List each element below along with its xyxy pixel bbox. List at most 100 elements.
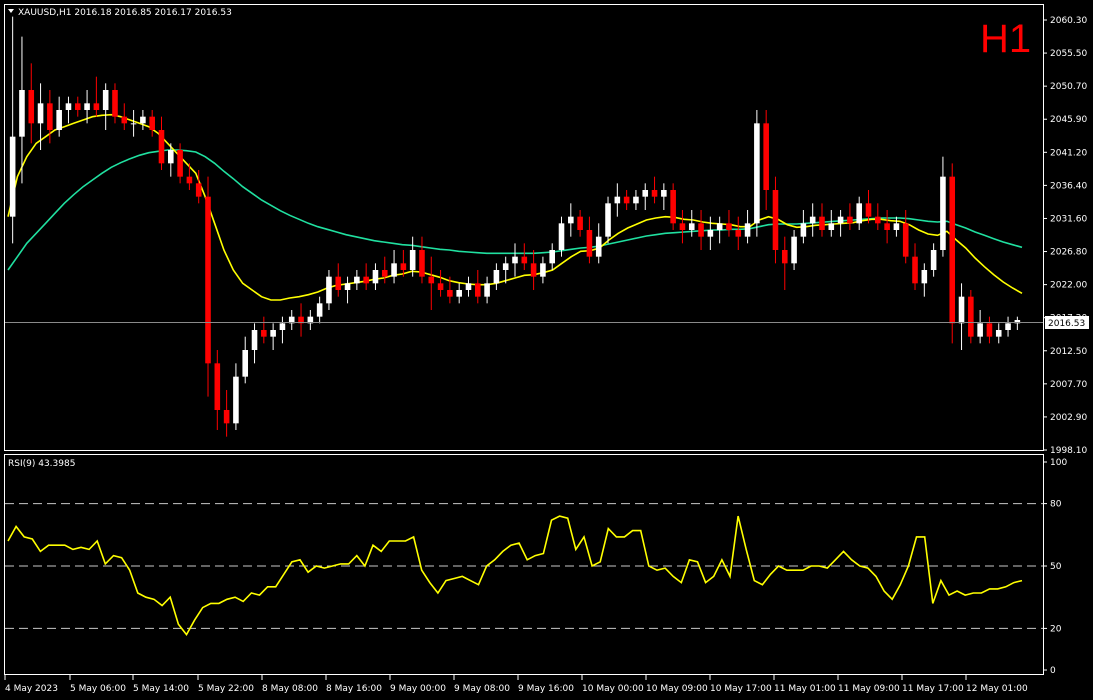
candle-body (642, 190, 649, 197)
candle-body (474, 283, 481, 297)
candle-body (37, 103, 44, 124)
candle-body (74, 103, 81, 110)
candle-body (168, 150, 174, 164)
candle-body (586, 230, 593, 257)
time-tick-label: 8 May 16:00 (326, 684, 382, 694)
time-tick-label: 11 May 09:00 (838, 684, 900, 694)
candle-body (772, 190, 779, 250)
current-price-label: 2016.53 (1048, 319, 1085, 329)
rsi-line-layer (7, 515, 1023, 637)
rsi-title: RSI(9) 43.3985 (8, 459, 75, 469)
candle-body (93, 103, 100, 110)
time-tick-label: 10 May 17:00 (710, 684, 772, 694)
candle-body (856, 203, 862, 224)
candle-body (595, 236, 602, 257)
candle-body (763, 123, 769, 190)
candle-body (800, 223, 807, 237)
candle-body (977, 323, 983, 337)
time-tick-label: 12 May 01:00 (966, 684, 1028, 694)
price-axis: 2060.30 2055.50 2050.70 2045.90 2041.20 2036.… (1043, 16, 1087, 456)
candle-body (326, 276, 332, 304)
candle-body (186, 176, 193, 184)
candle-body (456, 290, 462, 297)
candle-body (372, 270, 379, 284)
candle-body (9, 136, 16, 217)
candle-body (447, 290, 453, 297)
candle-body (614, 196, 621, 204)
rsi-tick-label: 0 (1050, 666, 1056, 676)
candle-body (995, 330, 1002, 337)
candle-body (530, 263, 537, 277)
candle-body (112, 90, 118, 117)
candle-body (261, 330, 267, 337)
candle-body (837, 216, 844, 224)
price-tick-label: 2036.40 (1050, 181, 1087, 191)
rsi-line (7, 515, 1023, 637)
rsi-tick-label: 20 (1050, 624, 1062, 634)
candle-body (28, 90, 35, 124)
candle-body (233, 376, 239, 424)
price-tick-label: 2041.20 (1050, 148, 1087, 158)
candle-body (549, 250, 556, 264)
time-tick-label: 11 May 17:00 (902, 684, 964, 694)
candle-body (651, 190, 658, 197)
symbol-header: XAUUSD,H1 2016.18 2016.85 2016.17 2016.5… (18, 8, 232, 18)
candle-body (251, 330, 258, 350)
candle-body (149, 116, 155, 130)
candle-body (335, 276, 342, 290)
candle-body (605, 203, 611, 237)
candle-body (354, 276, 360, 284)
candle-body (400, 263, 407, 270)
candle-body (140, 116, 146, 124)
candle-body (726, 223, 732, 230)
candle-body (381, 270, 388, 277)
candle-body (930, 250, 937, 270)
price-tick-label: 2007.70 (1050, 380, 1087, 390)
candle-body (1005, 323, 1011, 330)
chart-canvas[interactable]: 2060.30 2055.50 2050.70 2045.90 2041.20 2036.… (0, 0, 1093, 700)
rsi-tick-label: 80 (1050, 500, 1062, 510)
time-tick-label: 11 May 01:00 (774, 684, 836, 694)
candlesticks (9, 16, 1021, 437)
candle-body (921, 270, 928, 284)
price-tick-label: 2022.00 (1050, 281, 1087, 291)
price-tick-label: 2002.90 (1050, 413, 1087, 423)
candle-body (884, 223, 890, 230)
timeframe-badge: H1 (980, 17, 1031, 61)
candle-body (968, 296, 974, 337)
candle-body (158, 130, 165, 164)
candle-body (540, 263, 546, 277)
candle-body (84, 103, 90, 110)
candle-body (940, 176, 946, 250)
candle-body (177, 150, 183, 177)
price-tick-label: 2045.90 (1050, 115, 1087, 125)
candle-body (19, 90, 25, 137)
symbol-dropdown-icon[interactable] (8, 9, 14, 13)
candle-body (893, 223, 900, 230)
candle-body (791, 236, 797, 264)
price-tick-label: 2055.50 (1050, 49, 1087, 59)
rsi-tick-label: 100 (1050, 458, 1067, 468)
candle-body (698, 223, 704, 237)
candle-body (521, 256, 528, 264)
candle-body (502, 263, 509, 270)
candle-body (428, 276, 435, 284)
candle-body (47, 103, 53, 130)
candle-body (754, 123, 760, 224)
time-tick-label: 10 May 00:00 (582, 684, 644, 694)
candle-body (875, 216, 881, 224)
rsi-axis: 100 80 50 20 0 (1043, 458, 1067, 676)
candle-body (512, 256, 518, 264)
candle-body (214, 363, 221, 410)
candle-body (568, 216, 574, 224)
candle-body (577, 216, 583, 230)
candle-body (828, 223, 835, 230)
time-tick-label: 9 May 08:00 (454, 684, 510, 694)
time-tick-label: 10 May 09:00 (646, 684, 708, 694)
price-tick-label: 2060.30 (1050, 16, 1087, 26)
candle-body (707, 230, 714, 237)
time-tick-label: 5 May 06:00 (70, 684, 126, 694)
candle-body (419, 250, 425, 277)
candle-body (409, 250, 416, 270)
candle-body (223, 410, 230, 424)
